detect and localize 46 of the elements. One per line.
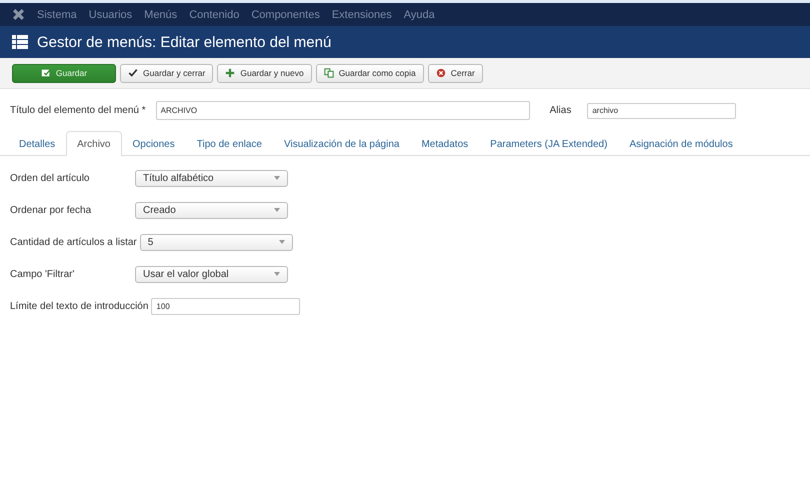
toolbar-button[interactable]: Guardar como copia [316,64,424,82]
menu-item[interactable]: Ayuda [404,8,435,20]
save-icon [40,68,51,78]
tab[interactable]: Parameters (JA Extended) [479,131,618,156]
field-label: Ordenar por fecha [10,204,92,216]
select-dropdown[interactable]: 5 [140,234,293,250]
copy-icon [324,68,334,78]
field-label: Orden del artículo [10,172,90,184]
tab[interactable]: Detalles [8,131,66,156]
list-icon [12,35,28,49]
field-label: Título del elemento del menú * [10,105,146,116]
joomla-logo-icon[interactable] [12,8,25,21]
tab[interactable]: Metadatos [410,131,480,156]
tab[interactable]: Visualización de la página [272,131,410,156]
toolbar-button[interactable]: Cerrar [428,64,483,82]
caret-icon [274,208,280,212]
select-dropdown[interactable]: Creado [135,202,288,218]
select-dropdown[interactable]: Título alfabético [135,170,288,186]
field-label: Límite del texto de introducción [10,300,148,312]
close-icon [436,68,446,78]
caret-icon [274,272,280,276]
toolbar-button[interactable]: Guardar y cerrar [120,64,214,82]
alias-input[interactable]: archivo [587,102,736,118]
field-label: Campo 'Filtrar' [10,268,76,280]
menu-item[interactable]: Contenido [189,8,240,20]
tab[interactable]: Opciones [122,131,186,156]
text-input[interactable]: 100 [151,298,300,314]
menu-item[interactable]: Extensiones [332,8,392,20]
caret-icon [278,240,285,244]
tab[interactable]: Asignación de módulos [618,131,744,156]
field-label: Alias [550,105,572,116]
menu-item[interactable]: Componentes [251,8,320,20]
tab[interactable]: Archivo [66,131,122,156]
menu-item[interactable]: Menús [144,8,178,20]
toolbar-button[interactable]: Guardar y nuevo [217,64,312,82]
caret-icon [274,176,280,180]
toolbar-button[interactable]: Guardar [12,64,116,82]
menu-item[interactable]: Usuarios [88,8,132,20]
check-icon [128,68,138,78]
title-input[interactable]: ARCHIVO [156,101,530,120]
menu-item[interactable]: Sistema [37,8,77,20]
plus-icon [225,68,236,78]
tab[interactable]: Tipo de enlace [186,131,273,156]
field-label: Cantidad de artículos a listar [10,236,137,248]
select-dropdown[interactable]: Usar el valor global [135,266,288,282]
page-title: Gestor de menús: Editar elemento del menú [37,34,332,50]
